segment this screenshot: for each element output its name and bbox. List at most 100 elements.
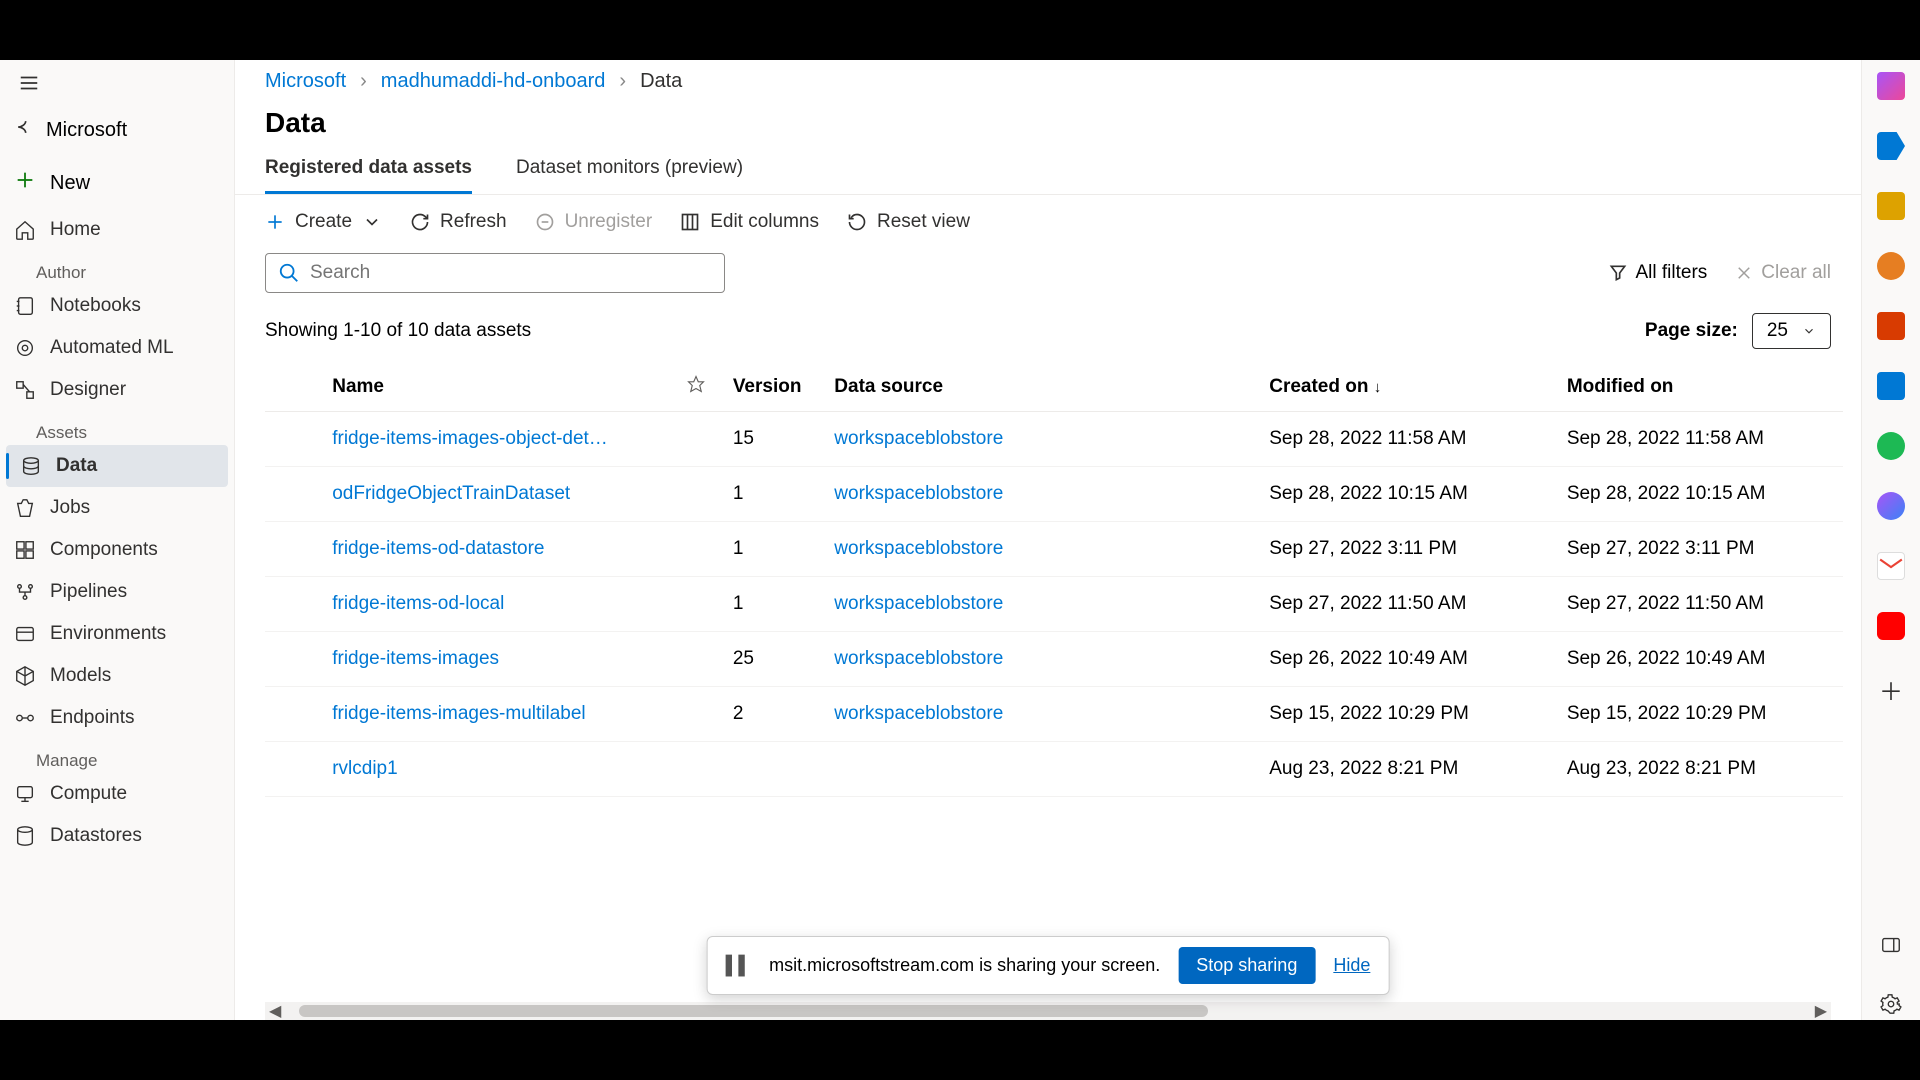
horizontal-scrollbar[interactable]: ◀ ▶ <box>265 1002 1831 1020</box>
table-row[interactable]: fridge-items-images25workspaceblobstoreS… <box>265 632 1843 687</box>
endpoints-icon <box>14 707 36 729</box>
breadcrumb-root[interactable]: Microsoft <box>265 70 346 93</box>
sidebar-item-jobs[interactable]: Jobs <box>0 487 234 529</box>
gmail-icon[interactable] <box>1877 552 1905 580</box>
office-icon[interactable] <box>1877 312 1905 340</box>
spotify-icon[interactable] <box>1877 432 1905 460</box>
table-row[interactable]: fridge-items-od-datastore 1workspaceblobs… <box>265 522 1843 577</box>
app-root: Microsoft New Home Author Notebooks Auto… <box>0 60 1920 1020</box>
col-version[interactable]: Version <box>723 363 824 412</box>
tab-monitors[interactable]: Dataset monitors (preview) <box>516 149 743 194</box>
sidebar-item-designer[interactable]: Designer <box>0 369 234 411</box>
sidebar-item-label: Compute <box>50 783 127 805</box>
row-datasource[interactable] <box>824 742 1259 797</box>
section-manage: Manage <box>0 739 234 773</box>
sidebar-item-automl[interactable]: Automated ML <box>0 327 234 369</box>
row-datasource[interactable]: workspaceblobstore <box>824 632 1259 687</box>
breadcrumb-workspace[interactable]: madhumaddi-hd-onboard <box>381 70 606 93</box>
unregister-icon <box>535 212 555 232</box>
row-datasource[interactable]: workspaceblobstore <box>824 412 1259 467</box>
sidebar-item-pipelines[interactable]: Pipelines <box>0 571 234 613</box>
new-button[interactable]: New <box>0 157 234 209</box>
edit-columns-button[interactable]: Edit columns <box>680 211 819 233</box>
row-name[interactable]: fridge-items-images-multilabel <box>322 687 677 742</box>
back-arrow-icon <box>14 117 34 143</box>
col-datasource[interactable]: Data source <box>824 363 1259 412</box>
row-version: 1 <box>723 522 824 577</box>
back-link[interactable]: Microsoft <box>0 107 234 157</box>
sidebar-item-endpoints[interactable]: Endpoints <box>0 697 234 739</box>
settings-icon[interactable] <box>1880 993 1902 1020</box>
refresh-button[interactable]: Refresh <box>410 211 507 233</box>
col-modified[interactable]: Modified on <box>1557 363 1843 412</box>
data-icon <box>20 455 42 477</box>
row-name[interactable]: odFridgeObjectTrainDataset <box>322 467 677 522</box>
sidebar-item-components[interactable]: Components <box>0 529 234 571</box>
col-favorite[interactable] <box>677 363 723 412</box>
table-row[interactable]: rvlcdip1Aug 23, 2022 8:21 PMAug 23, 2022… <box>265 742 1843 797</box>
create-button[interactable]: Create <box>265 211 382 233</box>
sidebar-item-label: Endpoints <box>50 707 135 729</box>
hide-button[interactable]: Hide <box>1333 955 1370 976</box>
row-version <box>723 742 824 797</box>
sidebar-item-notebooks[interactable]: Notebooks <box>0 285 234 327</box>
messenger-icon[interactable] <box>1877 492 1905 520</box>
people-icon[interactable] <box>1877 252 1905 280</box>
briefcase-icon[interactable] <box>1877 192 1905 220</box>
add-app-button[interactable]: ＋ <box>1879 672 1903 707</box>
reset-view-button[interactable]: Reset view <box>847 211 970 233</box>
outlook-icon[interactable] <box>1877 372 1905 400</box>
table-row[interactable]: fridge-items-images-multilabel2workspace… <box>265 687 1843 742</box>
all-filters-button[interactable]: All filters <box>1608 262 1708 284</box>
hamburger-button[interactable] <box>0 60 234 107</box>
automl-icon <box>14 337 36 359</box>
sidebar-item-data[interactable]: Data <box>6 445 228 487</box>
youtube-icon[interactable] <box>1877 612 1905 640</box>
scroll-right-icon[interactable]: ▶ <box>1811 1001 1831 1021</box>
row-version: 1 <box>723 577 824 632</box>
row-created: Sep 28, 2022 10:15 AM <box>1259 467 1557 522</box>
page-size-select[interactable]: 25 <box>1752 313 1831 349</box>
sidebar-item-models[interactable]: Models <box>0 655 234 697</box>
panel-icon[interactable] <box>1880 934 1902 961</box>
unregister-button: Unregister <box>535 211 653 233</box>
row-datasource[interactable]: workspaceblobstore <box>824 577 1259 632</box>
compute-icon <box>14 783 36 805</box>
row-created: Aug 23, 2022 8:21 PM <box>1259 742 1557 797</box>
tab-registered[interactable]: Registered data assets <box>265 149 472 194</box>
row-datasource[interactable]: workspaceblobstore <box>824 687 1259 742</box>
sidebar-item-compute[interactable]: Compute <box>0 773 234 815</box>
col-name[interactable]: Name <box>322 363 677 412</box>
row-name[interactable]: fridge-items-images <box>322 632 677 687</box>
right-rail: ＋ <box>1862 60 1920 1020</box>
row-name[interactable]: fridge-items-od-local <box>322 577 677 632</box>
table-wrap[interactable]: Name Version Data source Created on ↓ Mo… <box>235 363 1861 1002</box>
plus-icon <box>265 212 285 232</box>
scroll-left-icon[interactable]: ◀ <box>265 1001 285 1021</box>
columns-icon <box>680 212 700 232</box>
table-row[interactable]: fridge-items-images-object-det…15workspa… <box>265 412 1843 467</box>
environments-icon <box>14 623 36 645</box>
stop-sharing-button[interactable]: Stop sharing <box>1178 947 1315 984</box>
tag-icon[interactable] <box>1877 132 1905 160</box>
row-datasource[interactable]: workspaceblobstore <box>824 467 1259 522</box>
table-row[interactable]: odFridgeObjectTrainDataset1workspaceblob… <box>265 467 1843 522</box>
row-created: Sep 15, 2022 10:29 PM <box>1259 687 1557 742</box>
search-box[interactable] <box>265 253 725 293</box>
row-name[interactable]: fridge-items-images-object-det… <box>322 412 677 467</box>
scroll-thumb[interactable] <box>299 1005 1207 1017</box>
table-row[interactable]: fridge-items-od-local 1workspaceblobstore… <box>265 577 1843 632</box>
copilot-icon[interactable] <box>1877 72 1905 100</box>
row-datasource[interactable]: workspaceblobstore <box>824 522 1259 577</box>
col-created[interactable]: Created on ↓ <box>1259 363 1557 412</box>
sidebar-item-label: Components <box>50 539 158 561</box>
sidebar-item-datastores[interactable]: Datastores <box>0 815 234 857</box>
sidebar-item-environments[interactable]: Environments <box>0 613 234 655</box>
search-icon <box>278 262 300 284</box>
section-author: Author <box>0 251 234 285</box>
search-input[interactable] <box>310 262 712 284</box>
row-name[interactable]: rvlcdip1 <box>322 742 677 797</box>
sidebar-item-home[interactable]: Home <box>0 209 234 251</box>
datastores-icon <box>14 825 36 847</box>
row-name[interactable]: fridge-items-od-datastore <box>322 522 677 577</box>
